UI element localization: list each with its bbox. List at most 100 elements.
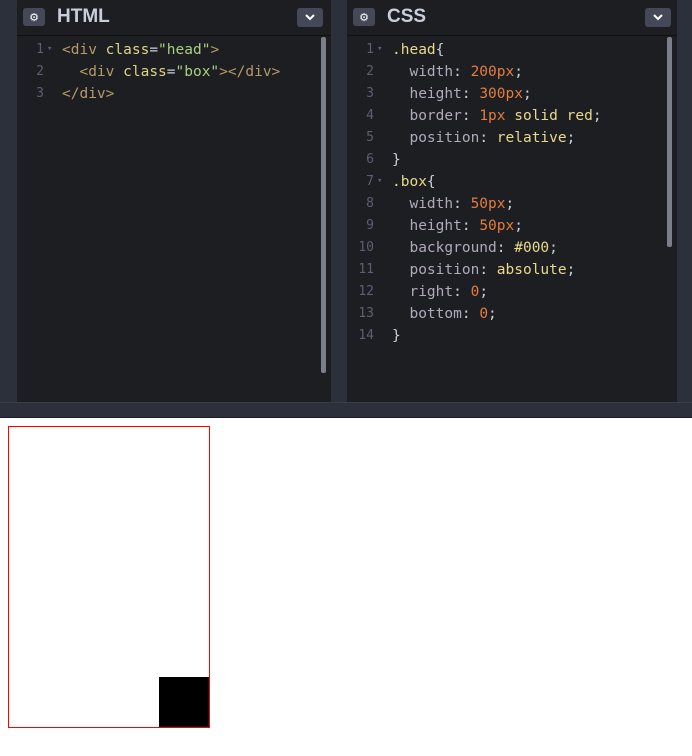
demo-black-box [159,677,209,727]
code-token: ; [479,284,489,300]
html-collapse-button[interactable] [297,8,323,27]
code-token: : [461,218,480,234]
resize-gutter-right[interactable] [677,0,692,402]
css-collapse-button[interactable] [645,8,671,27]
line-number: 3 [36,86,44,101]
resize-gutter-left[interactable] [0,0,17,402]
code-line[interactable]: 9 height: 50px; [347,215,677,237]
code-token: class [105,42,150,58]
code-token: : [453,196,471,212]
code-line[interactable]: 4 border: 1px solid red; [347,105,677,127]
line-number: 2 [366,64,374,79]
code-text: right: 0; [392,281,488,303]
css-panel-title: CSS [387,6,427,27]
editor-area: ⚙ HTML 1 ▾ <div class="head"> 2 <div class=… [0,0,692,402]
code-line[interactable]: 13 bottom: 0; [347,303,677,325]
code-token: 300px [479,86,523,102]
code-token: : [461,306,480,322]
code-token: ; [549,240,558,256]
code-line[interactable]: 14} [347,325,677,347]
code-token: </div> [62,86,115,102]
code-token: : [453,284,471,300]
css-panel: ⚙ CSS 1 ▾ .head{2 width: 200px; 3 height: 3… [347,0,677,402]
code-line[interactable]: 2 width: 200px; [347,61,677,83]
code-token: right [392,284,454,300]
code-token: position [392,130,480,146]
css-settings-button[interactable]: ⚙ [353,8,375,26]
code-text: height: 50px; [392,215,523,237]
code-token: : [479,130,497,146]
code-line[interactable]: 6} [347,149,677,171]
code-line[interactable]: 5 position: relative; [347,127,677,149]
code-text: height: 300px; [392,83,531,105]
code-token: : [479,262,497,278]
code-line[interactable]: 3 height: 300px; [347,83,677,105]
code-text: <div class="head"> [62,39,219,61]
code-token: : [496,240,515,256]
html-settings-button[interactable]: ⚙ [23,8,45,26]
code-token: <div [62,42,106,58]
code-token: absolute [496,262,567,278]
line-number: 7 [366,174,374,189]
code-text: </div> [62,83,114,105]
code-token: width [392,196,454,212]
code-token: position [392,262,480,278]
code-token: = [166,64,176,80]
html-panel: ⚙ HTML 1 ▾ <div class="head"> 2 <div class=… [17,0,331,402]
code-token: 0 [479,306,489,322]
code-text: position: absolute; [392,259,575,281]
line-number: 12 [358,284,374,299]
code-line[interactable]: 1 ▾ .head{ [347,39,677,61]
code-token: ; [592,108,602,124]
code-text: } [392,149,401,171]
code-line[interactable]: 8 width: 50px; [347,193,677,215]
html-scrollbar[interactable] [321,37,326,373]
line-number: 2 [36,64,44,79]
css-scrollbar[interactable] [667,37,672,247]
html-code-editor[interactable]: 1 ▾ <div class="head"> 2 <div class="box"><… [17,39,331,105]
demo-head-box [8,426,210,728]
code-token: height [392,218,462,234]
code-text: width: 200px; [392,61,523,83]
code-token: .box [392,174,427,190]
chevron-down-icon [653,14,663,21]
code-token: solid red [505,108,593,124]
code-line[interactable]: 10 background: #000; [347,237,677,259]
code-line[interactable]: 1 ▾ <div class="head"> [17,39,331,61]
code-line[interactable]: 7 ▾ .box{ [347,171,677,193]
code-token: width [392,64,454,80]
line-number: 10 [358,240,374,255]
code-token: ; [566,262,576,278]
code-token: class [123,64,167,80]
code-text: bottom: 0; [392,303,497,325]
css-code-editor[interactable]: 1 ▾ .head{2 width: 200px; 3 height: 300px; 4… [347,39,677,347]
fold-arrow-icon[interactable]: ▾ [47,38,52,60]
html-panel-header: ⚙ HTML [17,0,331,36]
code-token: ; [488,306,497,322]
code-text: background: #000; [392,237,558,259]
code-token: background [392,240,497,256]
line-number: 1 [36,42,44,57]
code-token: #000 [514,240,550,256]
code-line[interactable]: 3 </div> [17,83,331,105]
code-line[interactable]: 12 right: 0; [347,281,677,303]
html-panel-title: HTML [57,6,110,27]
gear-icon: ⚙ [359,10,369,24]
panel-resize-divider[interactable] [331,0,347,402]
css-panel-header: ⚙ CSS [347,0,677,36]
fold-arrow-icon[interactable]: ▾ [377,170,382,192]
code-line[interactable]: 2 <div class="box"></div> [17,61,331,83]
code-token: border [392,108,462,124]
code-token: } [392,328,401,344]
code-text: } [392,325,401,347]
code-text: <div class="box"></div> [62,61,280,83]
code-token: : [453,64,471,80]
result-preview [0,418,692,756]
fold-arrow-icon[interactable]: ▾ [377,38,382,60]
code-line[interactable]: 11 position: absolute; [347,259,677,281]
code-token: = [149,42,159,58]
gear-icon: ⚙ [29,10,39,24]
code-token: ></div> [219,64,281,80]
line-number: 13 [358,306,374,321]
preview-resize-bar[interactable] [0,402,692,418]
